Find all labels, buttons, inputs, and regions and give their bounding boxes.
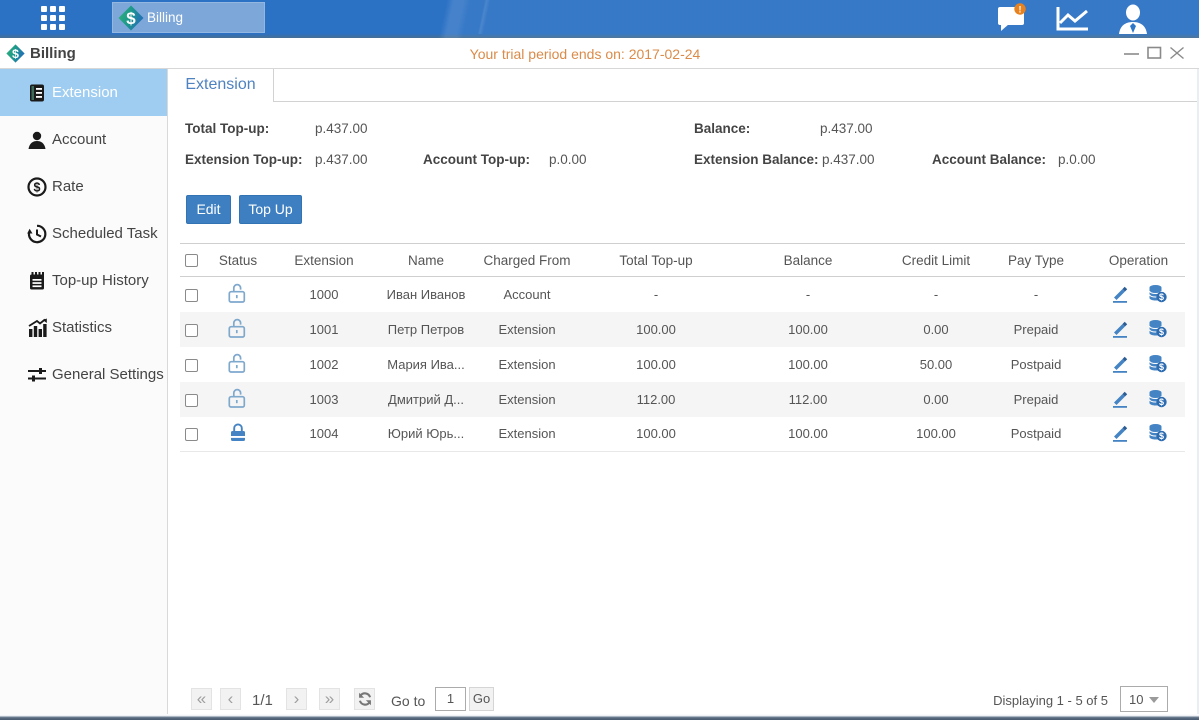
svg-text:$: $ bbox=[34, 181, 41, 195]
svg-text:$: $ bbox=[1159, 431, 1164, 441]
svg-text:$: $ bbox=[1159, 292, 1164, 302]
svg-text:!: ! bbox=[1019, 5, 1022, 15]
svg-text:$: $ bbox=[1159, 327, 1164, 337]
svg-text:$: $ bbox=[126, 9, 136, 28]
svg-text:$: $ bbox=[1159, 397, 1164, 407]
svg-text:$: $ bbox=[1159, 362, 1164, 372]
